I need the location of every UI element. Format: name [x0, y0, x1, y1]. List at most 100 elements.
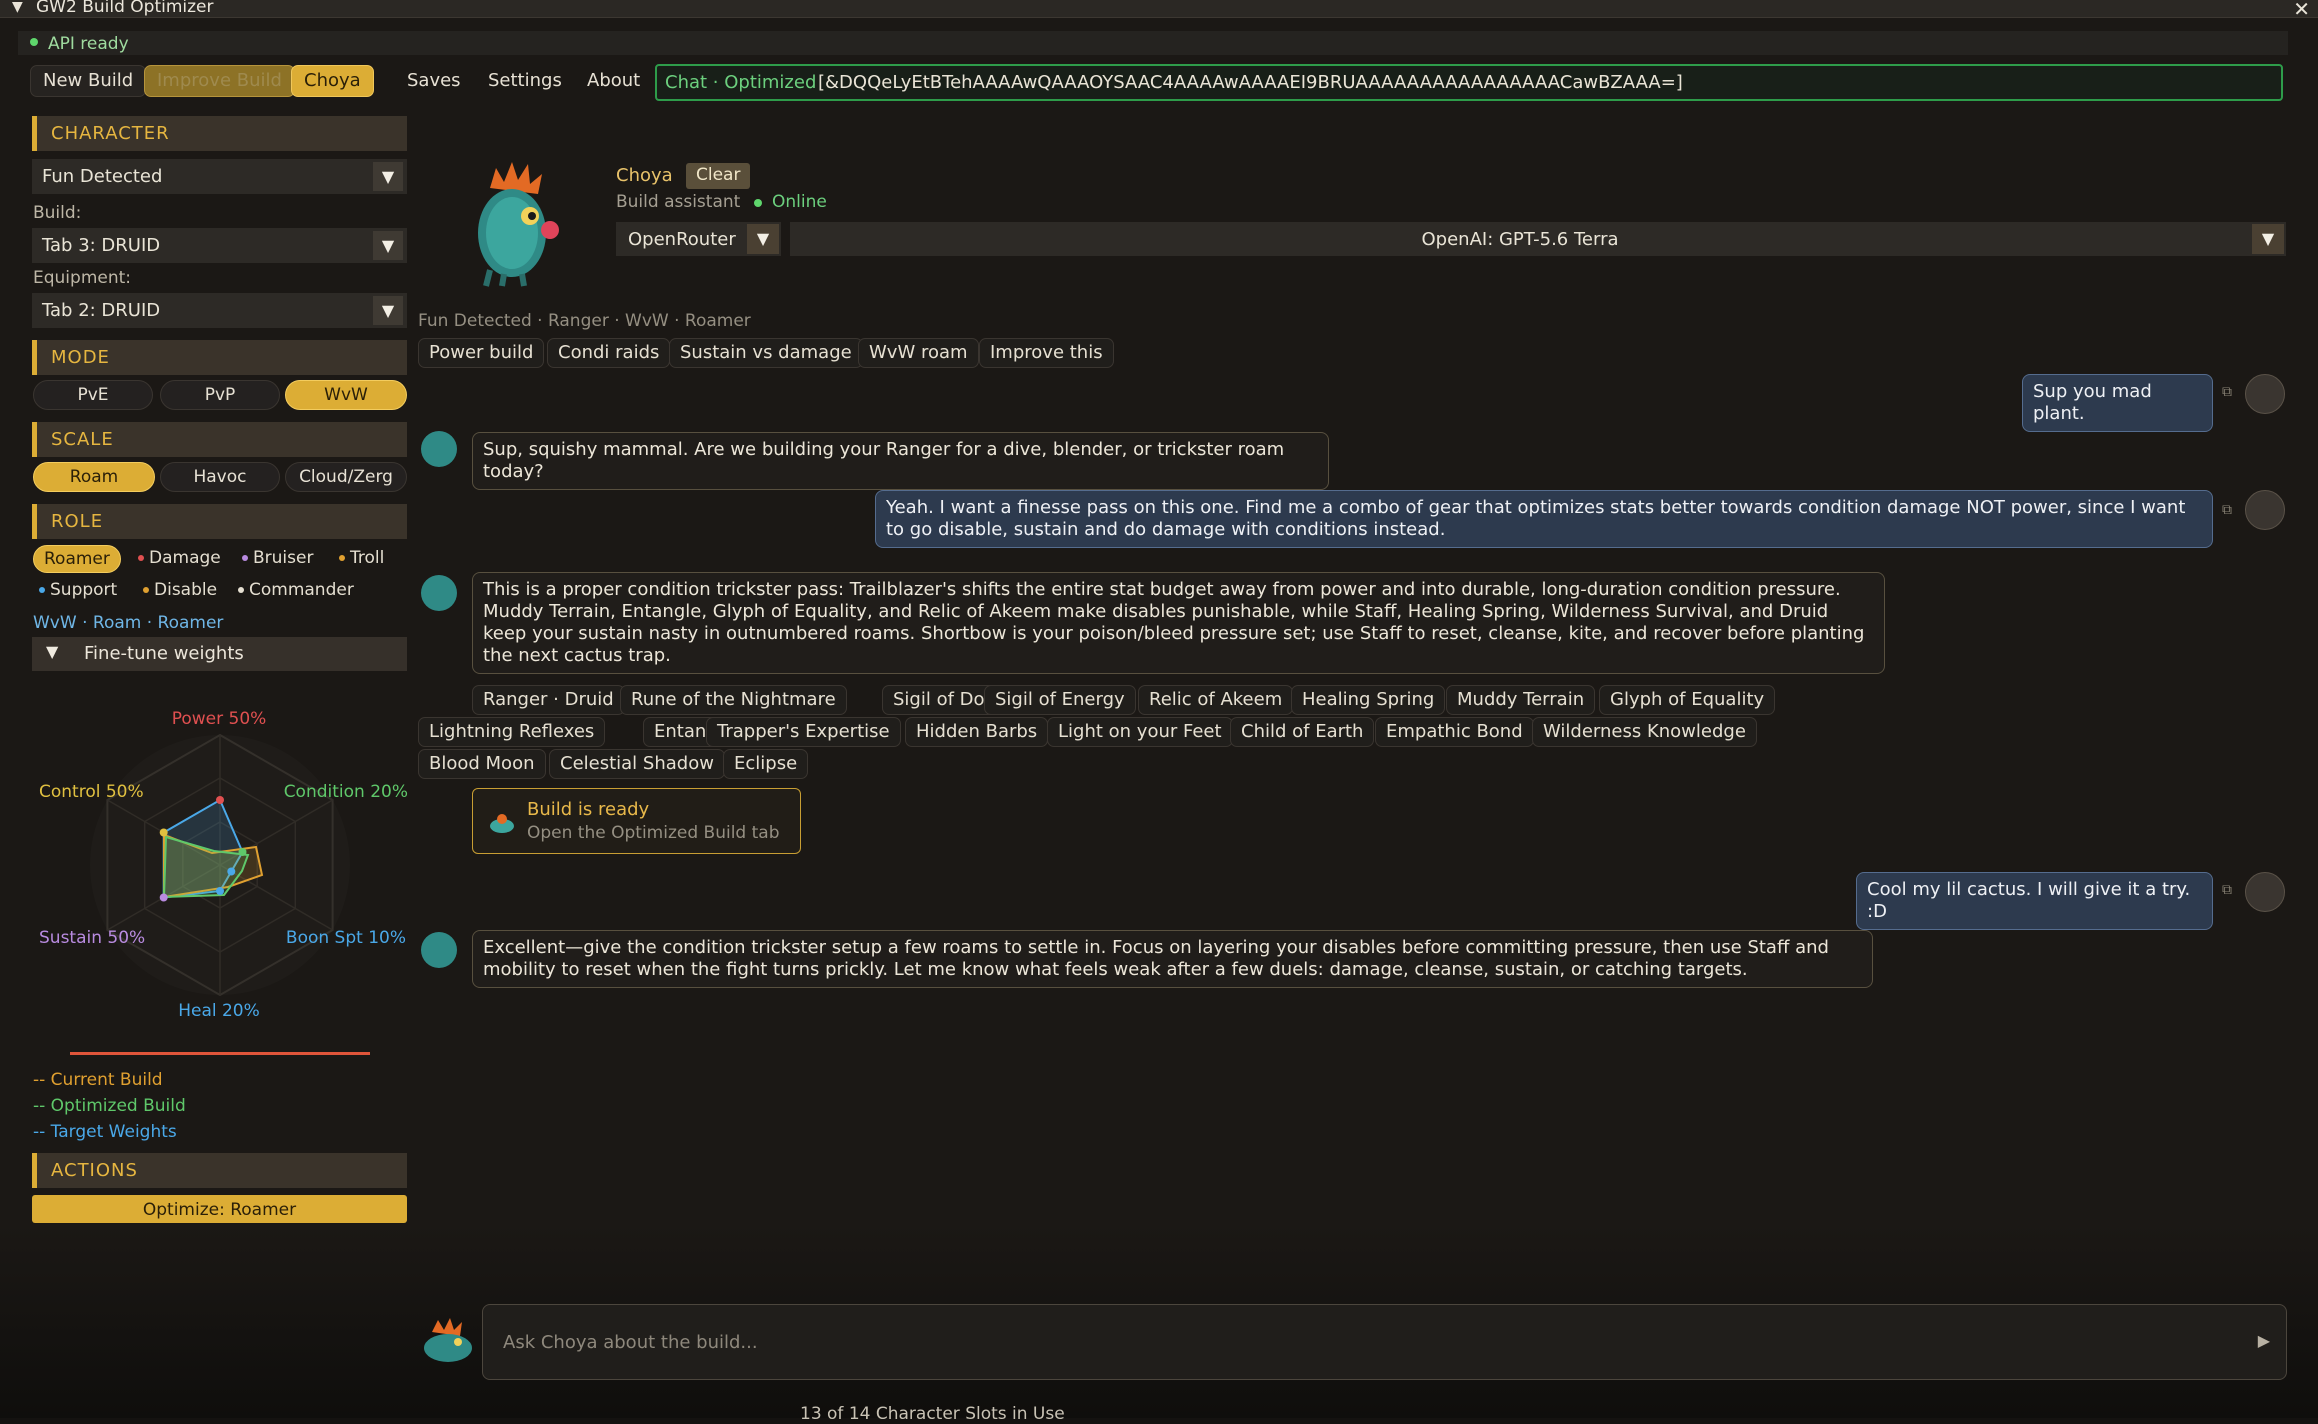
choya-button[interactable]: Choya: [291, 65, 374, 97]
window-title: GW2 Build Optimizer: [36, 0, 214, 17]
radar-label-boon: Boon Spt 10%: [286, 928, 406, 948]
commander-dot-icon: [238, 587, 244, 593]
build-select[interactable]: Tab 3: DRUID ▼: [32, 228, 407, 263]
build-tag: Eclipse: [723, 749, 809, 779]
equipment-select[interactable]: Tab 2: DRUID ▼: [32, 293, 407, 328]
build-tag: Blood Moon: [418, 749, 546, 779]
build-chat-code[interactable]: [&DQQeLyEtBTehAAAAwQAAAOYSAAC4AAAAwAAAAE…: [818, 72, 1683, 93]
build-tag: Rune of the Nightmare: [620, 685, 847, 715]
build-code-bar[interactable]: Chat · Optimized [&DQQeLyEtBTehAAAAwQAAA…: [655, 64, 2283, 101]
troll-dot-icon: [339, 555, 345, 561]
radar-label-condition: Condition 20%: [284, 782, 408, 802]
dropdown-arrow-icon[interactable]: ▼: [373, 296, 403, 325]
build-tag: Muddy Terrain: [1446, 685, 1596, 715]
dropdown-arrow-icon[interactable]: ▼: [747, 224, 779, 254]
role-troll[interactable]: Troll: [333, 545, 390, 573]
role-bruiser-label: Bruiser: [253, 548, 314, 568]
build-tag: Relic of Akeem: [1138, 685, 1294, 715]
mode-wvw[interactable]: WvW: [285, 380, 407, 410]
build-ready-card[interactable]: Build is ready Open the Optimized Build …: [472, 788, 801, 854]
finetune-toggle[interactable]: ▼ Fine-tune weights: [32, 637, 407, 671]
scale-roam[interactable]: Roam: [33, 462, 155, 492]
user-avatar-icon: [2245, 490, 2285, 530]
quick-prompt-chip[interactable]: Improve this: [979, 338, 1114, 368]
role-commander-label: Commander: [249, 580, 354, 600]
radar-divider: [70, 1052, 370, 1055]
character-slots-text: 13 of 14 Character Slots in Use: [800, 1404, 1065, 1424]
close-icon[interactable]: ✕: [2293, 0, 2310, 21]
damage-dot-icon: [138, 555, 144, 561]
user-message: Cool my lil cactus. I will give it a try…: [1856, 872, 2213, 930]
app-window: ▼ GW2 Build Optimizer ✕ API ready New Bu…: [0, 0, 2318, 1424]
radar-point-heal: [216, 887, 224, 895]
finetune-label: Fine-tune weights: [84, 643, 244, 664]
role-bruiser[interactable]: Bruiser: [236, 545, 319, 573]
scale-havoc[interactable]: Havoc: [160, 462, 280, 492]
quick-prompt-chip[interactable]: Sustain vs damage: [669, 338, 863, 368]
actions-header-label: ACTIONS: [51, 1160, 138, 1181]
build-tag: Celestial Shadow: [549, 749, 725, 779]
settings-button[interactable]: Settings: [475, 65, 575, 97]
api-status-bar: API ready: [18, 31, 2288, 55]
clear-button[interactable]: Clear: [686, 163, 751, 189]
build-tag: Ranger · Druid: [472, 685, 625, 715]
chat-context: Fun Detected · Ranger · WvW · Roamer: [418, 311, 751, 331]
scale-cloud-zerg[interactable]: Cloud/Zerg: [285, 462, 407, 492]
character-header-label: CHARACTER: [51, 123, 170, 144]
role-troll-label: Troll: [350, 548, 385, 568]
dropdown-arrow-icon[interactable]: ▼: [373, 231, 403, 260]
radar-point-control: [159, 828, 168, 837]
send-icon[interactable]: ▶: [2258, 1331, 2270, 1350]
role-damage[interactable]: Damage: [132, 545, 227, 573]
choya-avatar-icon: [421, 932, 457, 968]
dropdown-arrow-icon[interactable]: ▼: [2252, 224, 2284, 254]
copy-icon[interactable]: ⧉: [2222, 882, 2232, 898]
role-disable[interactable]: Disable: [137, 577, 223, 605]
scale-header: SCALE: [32, 422, 407, 457]
build-tag: Sigil of Energy: [984, 685, 1136, 715]
character-select[interactable]: Fun Detected ▼: [32, 159, 407, 194]
dropdown-arrow-icon[interactable]: ▼: [373, 162, 403, 191]
choya-avatar-icon: [421, 431, 457, 467]
build-tag: Lightning Reflexes: [418, 717, 606, 747]
radar-point-power: [216, 796, 224, 804]
choya-input-avatar-icon: [424, 1318, 472, 1362]
expand-triangle-icon: ▼: [46, 642, 59, 661]
about-button[interactable]: About: [574, 65, 653, 97]
quick-prompt-chip[interactable]: WvW roam: [858, 338, 979, 368]
quick-prompt-chip[interactable]: Power build: [418, 338, 545, 368]
saves-button[interactable]: Saves: [394, 65, 474, 97]
new-build-button[interactable]: New Build: [30, 65, 147, 97]
bruiser-dot-icon: [242, 555, 248, 561]
chat-input-box[interactable]: ▶: [482, 1304, 2287, 1380]
radar-point-boon: [227, 867, 236, 876]
collapse-triangle-icon[interactable]: ▼: [12, 0, 23, 15]
user-message: Yeah. I want a finesse pass on this one.…: [875, 490, 2213, 548]
role-roamer[interactable]: Roamer: [33, 545, 121, 573]
mode-header: MODE: [32, 340, 407, 375]
mode-pve[interactable]: PvE: [33, 380, 153, 410]
provider-select[interactable]: OpenRouter ▼: [616, 222, 781, 256]
build-tag: Glyph of Equality: [1599, 685, 1776, 715]
build-tag: Trapper's Expertise: [706, 717, 901, 747]
build-tag: Child of Earth: [1230, 717, 1375, 747]
role-commander[interactable]: Commander: [232, 577, 360, 605]
copy-icon[interactable]: ⧉: [2222, 502, 2232, 518]
optimize-button[interactable]: Optimize: Roamer: [32, 1195, 407, 1223]
character-header: CHARACTER: [32, 116, 407, 151]
build-ready-subtitle: Open the Optimized Build tab: [527, 823, 780, 843]
model-select[interactable]: OpenAI: GPT-5.6 Terra ▼: [790, 222, 2286, 256]
quick-prompt-chip[interactable]: Condi raids: [547, 338, 671, 368]
copy-icon[interactable]: ⧉: [2222, 384, 2232, 400]
mode-pvp[interactable]: PvP: [160, 380, 280, 410]
chat-input[interactable]: [503, 1327, 2203, 1357]
scale-header-label: SCALE: [51, 429, 114, 450]
role-support[interactable]: Support: [33, 577, 123, 605]
improve-build-button[interactable]: Improve Build: [144, 65, 295, 97]
radar-label-sustain: Sustain 50%: [39, 928, 145, 948]
choya-avatar-icon: [478, 162, 559, 287]
api-status-text: API ready: [48, 34, 129, 54]
role-header-label: ROLE: [51, 511, 104, 532]
mode-header-label: MODE: [51, 347, 110, 368]
title-bar[interactable]: ▼ GW2 Build Optimizer ✕: [0, 0, 2318, 21]
